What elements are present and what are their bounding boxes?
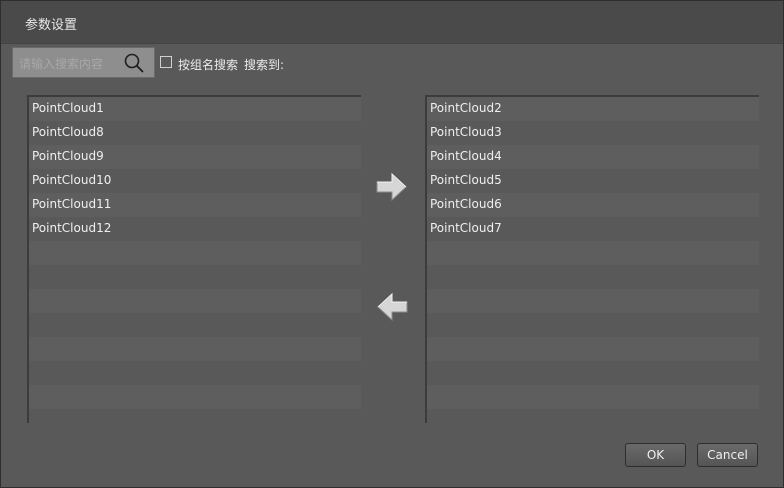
list-item[interactable]: PointCloud12 <box>29 217 361 241</box>
move-left-button[interactable] <box>375 291 409 323</box>
group-name-search-checkbox[interactable] <box>160 56 172 68</box>
dialog-title: 参数设置 <box>25 18 78 33</box>
empty-list-row <box>427 313 759 337</box>
empty-list-row <box>29 241 361 265</box>
empty-list-row <box>427 361 759 385</box>
list-item[interactable]: PointCloud3 <box>427 121 759 145</box>
empty-list-row <box>427 241 759 265</box>
list-item[interactable]: PointCloud5 <box>427 169 759 193</box>
selected-list[interactable]: PointCloud2 PointCloud3 PointCloud4 PointCl… <box>425 95 759 423</box>
search-input[interactable] <box>17 54 125 74</box>
empty-list-row <box>29 265 361 289</box>
search-result-label: 搜索到: <box>244 58 285 72</box>
search-box <box>12 47 155 78</box>
search-icon[interactable] <box>123 52 145 74</box>
list-item[interactable]: PointCloud2 <box>427 97 759 121</box>
list-item[interactable]: PointCloud11 <box>29 193 361 217</box>
empty-list-row <box>29 337 361 361</box>
list-item[interactable]: PointCloud9 <box>29 145 361 169</box>
group-name-search-label: 按组名搜索 <box>178 58 239 72</box>
empty-list-row <box>427 289 759 313</box>
list-item[interactable]: PointCloud7 <box>427 217 759 241</box>
arrow-right-icon <box>376 172 407 202</box>
available-list[interactable]: PointCloud1 PointCloud8 PointCloud9 PointCl… <box>27 95 361 423</box>
list-item[interactable]: PointCloud10 <box>29 169 361 193</box>
arrow-left-icon <box>377 292 408 322</box>
empty-list-row <box>29 361 361 385</box>
list-item[interactable]: PointCloud8 <box>29 121 361 145</box>
parameter-settings-dialog: 参数设置 按组名搜索 搜索到: PointCloud1PointCloud8Po… <box>0 0 784 488</box>
title-bar: 参数设置 <box>1 1 783 44</box>
empty-list-row <box>29 409 361 423</box>
cancel-button[interactable]: Cancel <box>697 443 758 467</box>
empty-list-row <box>427 409 759 423</box>
list-item[interactable]: PointCloud6 <box>427 193 759 217</box>
move-right-button[interactable] <box>375 171 409 203</box>
empty-list-row <box>29 289 361 313</box>
empty-list-row <box>427 337 759 361</box>
empty-list-row <box>427 265 759 289</box>
list-item[interactable]: PointCloud4 <box>427 145 759 169</box>
empty-list-row <box>427 385 759 409</box>
empty-list-row <box>29 385 361 409</box>
ok-button[interactable]: OK <box>625 443 686 467</box>
list-item[interactable]: PointCloud1 <box>29 97 361 121</box>
empty-list-row <box>29 313 361 337</box>
